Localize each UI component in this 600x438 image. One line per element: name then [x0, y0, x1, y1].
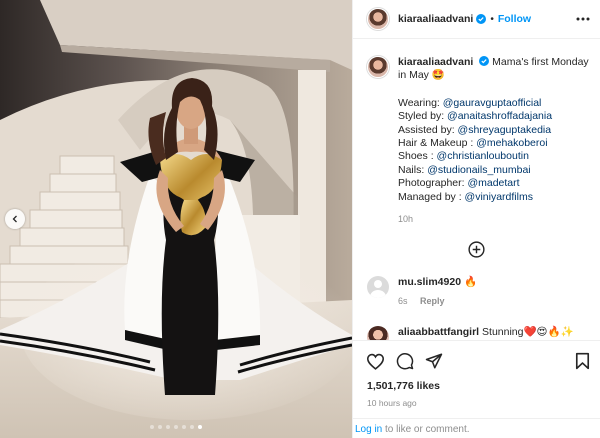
header-separator: •	[490, 13, 494, 25]
avatar[interactable]	[367, 8, 389, 30]
credit-label: Wearing:	[398, 96, 443, 109]
reply-button[interactable]: Reply	[420, 296, 445, 306]
post-photo[interactable]	[0, 0, 352, 438]
share-icon[interactable]	[425, 352, 443, 370]
comment-item: mu.slim4920 🔥 6s Reply	[353, 276, 600, 308]
credit-label: Nails:	[398, 163, 428, 176]
comment-text: 🔥	[461, 276, 478, 289]
carousel-indicator	[0, 425, 352, 429]
caption-time: 10h	[398, 214, 414, 225]
caption-username[interactable]: kiaraaliaadvani	[398, 56, 473, 68]
login-prompt-text: to like or comment.	[382, 424, 470, 435]
comment-item: aliaabbattfangirl Stunning❤️😍🔥✨	[353, 326, 600, 340]
comments-section[interactable]: kiaraaliaadvani Mama's first Monday in M…	[353, 40, 600, 340]
follow-button[interactable]: Follow	[498, 13, 531, 25]
verified-badge-icon	[476, 14, 487, 24]
credit-mention-link[interactable]: @christianlouboutin	[437, 150, 529, 162]
credit-mention-link[interactable]: @madetart	[467, 177, 519, 189]
carousel-dot	[198, 425, 202, 429]
caption: kiaraaliaadvani Mama's first Monday in M…	[353, 40, 600, 226]
carousel-dot	[158, 425, 162, 429]
credit-label: Hair & Makeup :	[398, 137, 477, 150]
comment-username[interactable]: mu.slim4920	[398, 276, 461, 288]
comment-time: 6s	[398, 296, 408, 307]
bookmark-icon[interactable]	[575, 352, 590, 370]
credit-label: Shoes :	[398, 150, 437, 163]
plus-circle-icon	[468, 241, 485, 259]
credit-line: Shoes : @christianlouboutin	[398, 150, 590, 163]
credit-line: Assisted by: @shreyaguptakedia	[398, 124, 590, 137]
credit-line: Styled by: @anaitashroffadajania	[398, 110, 590, 123]
credit-line: Managed by : @viniyardfilms	[398, 191, 590, 204]
credit-line: Nails: @studionails_mumbai	[398, 164, 590, 177]
login-prompt: Log in to like or comment.	[353, 418, 600, 438]
post-side-panel: kiaraaliaadvani • Follow kiaraaliaadvani…	[352, 0, 600, 438]
post-header: kiaraaliaadvani • Follow	[353, 0, 600, 39]
credit-label: Managed by :	[398, 190, 465, 203]
photo-illustration	[0, 0, 352, 438]
credit-label: Styled by:	[398, 110, 448, 123]
verified-badge-icon	[479, 56, 490, 66]
credit-mention-link[interactable]: @anaitashroffadajania	[447, 110, 552, 122]
credit-label: Photographer:	[398, 177, 468, 190]
avatar[interactable]	[367, 326, 389, 340]
comment-icon[interactable]	[396, 352, 414, 370]
credit-line: Wearing: @gauravguptaofficial	[398, 97, 590, 110]
credit-mention-link[interactable]: @viniyardfilms	[465, 191, 533, 203]
carousel-dot	[166, 425, 170, 429]
carousel-prev-button[interactable]	[5, 209, 25, 229]
credit-line: Hair & Makeup : @mehakoberoi	[398, 137, 590, 150]
credit-mention-link[interactable]: @mehakoberoi	[476, 137, 547, 149]
more-options-icon[interactable]	[576, 17, 590, 21]
author-username[interactable]: kiaraaliaadvani	[398, 13, 473, 25]
comment-username[interactable]: aliaabbattfangirl	[398, 326, 479, 338]
carousel-dot	[190, 425, 194, 429]
credit-line: Photographer: @madetart	[398, 177, 590, 190]
likes-count[interactable]: 1,501,776 likes	[353, 373, 600, 392]
credit-label: Assisted by:	[398, 123, 458, 136]
load-more-comments-button[interactable]	[353, 241, 600, 259]
heart-icon[interactable]	[366, 353, 385, 370]
carousel-dot	[182, 425, 186, 429]
carousel-dot	[174, 425, 178, 429]
chevron-left-icon	[12, 215, 17, 223]
carousel-dot	[150, 425, 154, 429]
credit-mention-link[interactable]: @gauravguptaofficial	[443, 97, 542, 109]
avatar[interactable]	[367, 56, 389, 78]
login-link[interactable]: Log in	[355, 424, 382, 435]
post-timestamp: 10 hours ago	[367, 398, 417, 408]
credit-mention-link[interactable]: @studionails_mumbai	[427, 164, 530, 176]
avatar[interactable]	[367, 276, 389, 299]
comment-text: Stunning❤️😍🔥✨	[479, 326, 574, 339]
post-actions: 1,501,776 likes 10 hours ago Log in to l…	[353, 340, 600, 438]
credit-mention-link[interactable]: @shreyaguptakedia	[458, 124, 552, 136]
caption-credits: Wearing: @gauravguptaofficial Styled by: …	[398, 97, 590, 204]
